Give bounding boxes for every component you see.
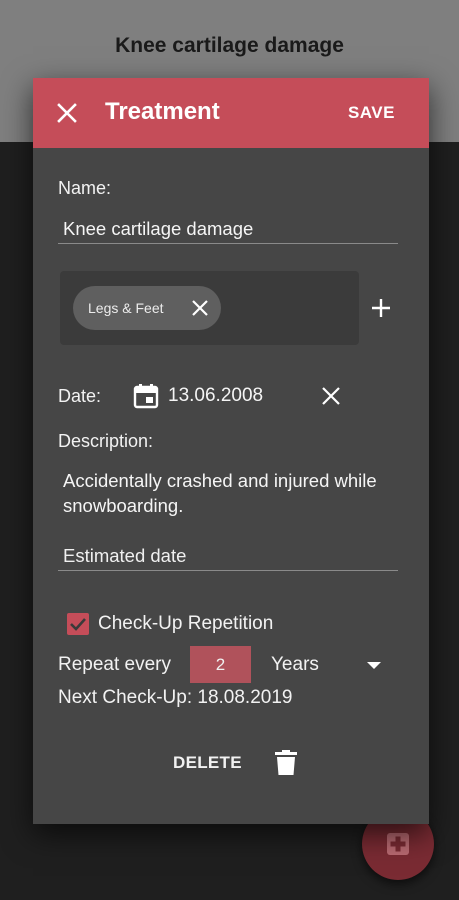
save-button[interactable]: SAVE — [348, 103, 395, 123]
repeat-unit-select[interactable]: Years — [271, 652, 389, 680]
checkup-repetition-checkbox[interactable] — [67, 613, 89, 635]
repeat-interval-input[interactable]: 2 — [190, 646, 251, 683]
repeat-unit-value: Years — [271, 654, 319, 675]
tag-chip[interactable]: Legs & Feet — [73, 286, 221, 330]
date-label: Date: — [58, 386, 102, 406]
description-label: Description: — [58, 431, 154, 451]
chevron-down-icon — [367, 662, 381, 669]
trash-icon[interactable] — [275, 750, 297, 776]
remove-tag-icon[interactable] — [190, 298, 210, 318]
estimated-date-field[interactable]: Estimated date — [58, 543, 398, 571]
next-checkup-text: Next Check-Up: 18.08.2019 — [58, 687, 293, 708]
page-title: Knee cartilage damage — [115, 34, 344, 57]
clear-date-icon[interactable] — [321, 386, 341, 406]
name-field[interactable]: Knee cartilage damage — [58, 216, 398, 244]
treatment-dialog: Treatment SAVE Name: Knee cartilage dama… — [33, 78, 429, 824]
name-label: Name: — [58, 178, 112, 198]
add-tag-icon[interactable] — [371, 298, 391, 318]
close-icon[interactable] — [55, 101, 79, 125]
tag-container: Legs & Feet — [60, 271, 359, 345]
repeat-every-label: Repeat every — [58, 654, 172, 675]
checkup-repetition-label: Check-Up Repetition — [98, 613, 274, 634]
delete-button[interactable]: DELETE — [173, 753, 242, 773]
dialog-title: Treatment — [105, 98, 220, 125]
checkmark-icon — [70, 618, 86, 631]
date-value[interactable]: 13.06.2008 — [168, 385, 263, 407]
dialog-header: Treatment SAVE — [33, 78, 429, 148]
description-field[interactable]: Accidentally crashed and injured while s… — [58, 468, 398, 550]
calendar-icon[interactable] — [133, 383, 159, 409]
tag-chip-label: Legs & Feet — [88, 300, 164, 316]
medical-plus-icon — [387, 833, 409, 855]
